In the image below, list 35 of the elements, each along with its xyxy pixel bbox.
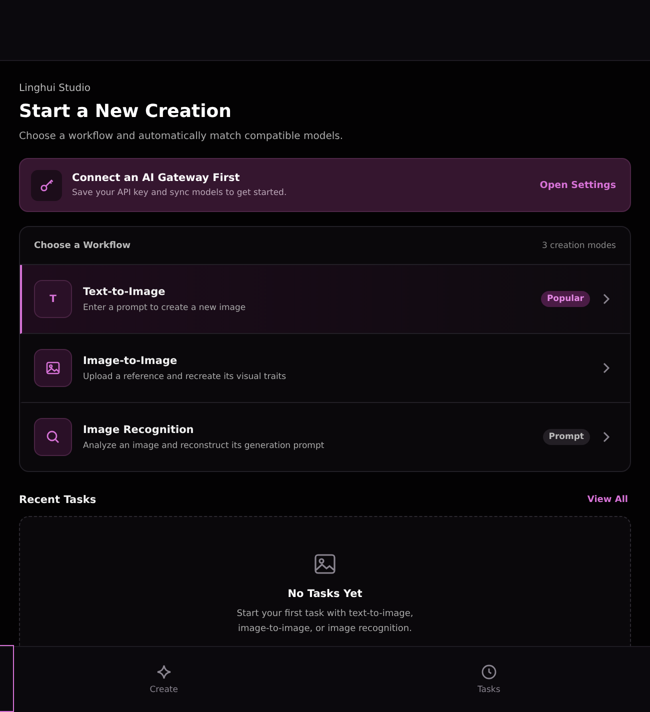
letter-icon: T <box>34 280 72 318</box>
open-settings-link[interactable]: Open Settings <box>540 180 616 190</box>
nav-tab[interactable]: Tasks <box>457 660 520 699</box>
workflow-item[interactable]: Image-to-Image Upload a reference and recreate its visual traits <box>20 334 630 403</box>
workflow-description: Upload a reference and recreate its visual traits <box>83 372 288 382</box>
brand-name: Linghui Studio <box>19 83 92 94</box>
chevron-right-icon <box>602 362 610 374</box>
workflow-title: Image-to-Image <box>83 354 178 366</box>
view-all-link[interactable]: View All <box>587 495 628 505</box>
nav-tab[interactable]: Create <box>130 660 198 699</box>
workflow-description: Enter a prompt to create a new image <box>83 302 247 312</box>
workflow-description: Analyze an image and reconstruct its generation prompt <box>83 440 326 450</box>
workflow-item[interactable]: Image Recognition Analyze an image and reconstruct its generation prompt Prompt <box>20 403 630 471</box>
page-title: Start a New Creation <box>19 101 232 122</box>
search-icon <box>34 418 72 456</box>
chevron-right-icon <box>602 293 610 305</box>
empty-title: No Tasks Yet <box>288 588 362 600</box>
panel-heading: Choose a Workflow <box>34 240 131 250</box>
workflow-item[interactable]: T Text-to-Image Enter a prompt to create a new image Popular <box>20 265 630 334</box>
sparkle-icon <box>156 664 172 680</box>
key-icon <box>31 170 62 200</box>
chevron-right-icon <box>602 431 610 443</box>
banner-title: Connect an AI Gateway First <box>72 172 241 184</box>
workflow-tag: Popular <box>540 291 590 307</box>
image-icon <box>313 552 337 576</box>
clock-icon <box>480 664 497 680</box>
workflow-title: Image Recognition <box>83 424 195 436</box>
workflow-title: Text-to-Image <box>83 286 166 298</box>
workflow-tag: Prompt <box>542 429 590 445</box>
page-subtitle: Choose a workflow and automatically match compatible models. <box>19 131 344 142</box>
empty-text: Start your first task with text-to-image, image-to-image, or image recognition. <box>236 608 414 636</box>
mode-count: 3 creation modes <box>542 240 616 250</box>
banner-text: Save your API key and sync models to get started. <box>72 188 288 198</box>
image-icon <box>34 349 72 387</box>
section-heading: Recent Tasks <box>19 494 96 506</box>
